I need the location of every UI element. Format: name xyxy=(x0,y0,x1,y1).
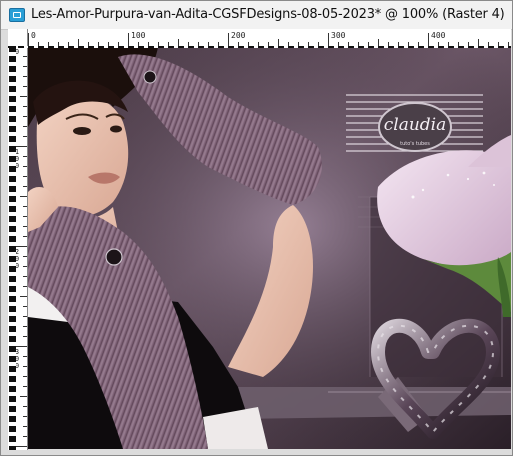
ruler-corner xyxy=(8,29,28,47)
title-bar[interactable]: Les-Amor-Purpura-van-Adita-CGSFDesigns-0… xyxy=(1,1,512,30)
artwork: claudia tuto's tubes xyxy=(28,47,511,449)
watermark-text: claudia xyxy=(384,115,447,135)
selection-marquee-top xyxy=(8,46,511,48)
selection-marquee-left xyxy=(9,46,16,450)
ruler-label-100: 100 xyxy=(131,31,146,40)
horizontal-ruler[interactable]: 0 100 200 300 400 xyxy=(28,29,511,47)
ruler-label-300: 300 xyxy=(331,31,346,40)
image-canvas[interactable]: claudia tuto's tubes xyxy=(28,47,511,449)
ruler-label-400: 400 xyxy=(431,31,446,40)
ruler-label-200: 200 xyxy=(231,31,246,40)
image-document-icon xyxy=(9,8,25,22)
ruler-label-0: 0 xyxy=(31,31,36,40)
window-title: Les-Amor-Purpura-van-Adita-CGSFDesigns-0… xyxy=(31,7,505,22)
watermark-subtext: tuto's tubes xyxy=(400,141,430,147)
